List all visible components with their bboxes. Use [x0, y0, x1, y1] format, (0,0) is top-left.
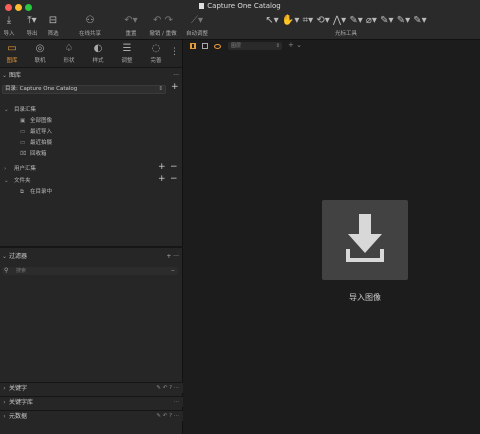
section-tools-icons[interactable]: ✎ ↶ ? ··· [156, 411, 179, 422]
add-catalog-button[interactable]: + [171, 82, 179, 92]
tab-adjust[interactable]: ☰ 调整 [115, 42, 139, 64]
import-button[interactable]: ⤓ 导入 [2, 13, 16, 37]
section-menu-icon[interactable]: ··· [173, 71, 179, 81]
tab-styles[interactable]: ◐ 样式 [86, 42, 110, 64]
keyword-library-section-header[interactable]: › 关键字库 ··· [0, 396, 183, 407]
live-share-button[interactable]: ⚇ 在线共享 [76, 13, 104, 37]
library-icon: ▭ [7, 43, 17, 54]
camera-icon: ◎ [35, 43, 45, 54]
catalog-selector[interactable]: 目录: Capture One Catalog ⇕ [2, 85, 166, 94]
search-icon: ⚲ [4, 267, 9, 274]
cursor-tools-group: ↖▾ ✋▾ ⌗▾ ⟲▾ ⋀▾ ✎▾ ⌀▾ ✎▾ ✎▾ ✎▾ 光标工具 [220, 13, 472, 37]
updown-icon: ⇕ [158, 86, 163, 92]
chevron-down-icon: ⌄ [4, 178, 9, 184]
eye-icon[interactable] [214, 44, 221, 49]
reset-button[interactable]: ↶▾ 重置 [122, 13, 140, 37]
magic-wand-icon: ⟋▾ [190, 15, 204, 26]
user-collections-header[interactable]: › 用户汇集 [4, 165, 180, 174]
remove-filter-icon[interactable]: − [171, 267, 175, 275]
viewer-toolbar: 图层 ⇕ + ⌄ [184, 40, 480, 53]
cursor-tool-icons[interactable]: ↖▾ ✋▾ ⌗▾ ⟲▾ ⋀▾ ✎▾ ⌀▾ ✎▾ ✎▾ ✎▾ [220, 13, 472, 29]
tab-capture[interactable]: ◎ 联机 [28, 42, 52, 64]
sliders-icon: ☰ [122, 43, 132, 54]
updown-icon: ⇕ [275, 43, 280, 49]
add-folder-button[interactable]: + [158, 174, 166, 184]
styles-icon: ◐ [93, 43, 103, 54]
chevron-down-icon: ⌄ [4, 107, 9, 113]
tab-lens[interactable]: ♤ 形状 [57, 42, 81, 64]
filter-icon: ⊟ [48, 15, 58, 26]
title-toolbar: Capture One Catalog ⤓ 导入 ⤒▾ 导出 ⊟ 筛选 ⚇ 在线… [0, 0, 480, 40]
undo-redo-icon: ↶ ↷ [153, 15, 173, 26]
add-view-button[interactable]: + ⌄ [288, 41, 302, 49]
remove-folder-button[interactable]: − [170, 174, 178, 184]
keywords-section-header[interactable]: › 关键字 ✎ ↶ ? ··· [0, 382, 183, 393]
people-icon: ⚇ [85, 15, 95, 26]
auto-adjust-button[interactable]: ⟋▾ 自动调整 [184, 13, 210, 37]
chevron-right-icon: › [3, 399, 6, 406]
export-icon: ⤒▾ [27, 15, 37, 26]
download-icon [346, 214, 384, 262]
library-section-header[interactable]: ⌄ 图库 ··· [0, 71, 183, 81]
chevron-right-icon: › [3, 385, 6, 392]
collection-recent-captures[interactable]: ▭ 最近拍摄 [20, 139, 52, 148]
tool-tabs: ▭ 图库 ◎ 联机 ♤ 形状 ◐ 样式 ☰ 调整 ◌ 完善 ⋮ [0, 40, 182, 68]
trash-icon: ⌧ [20, 151, 27, 157]
import-images-button[interactable] [322, 200, 408, 280]
filter-button[interactable]: ⊟ 筛选 [46, 13, 60, 37]
single-view-icon[interactable] [202, 43, 208, 49]
catalog-folder-icon: ⧉ [20, 189, 24, 195]
folder-icon: ▭ [20, 129, 26, 135]
collection-trash[interactable]: ⌧ 回收箱 [20, 150, 47, 159]
add-user-collection-button[interactable]: + [158, 162, 166, 172]
section-tools-icons[interactable]: ✎ ↶ ? ··· [156, 383, 179, 394]
left-tool-panel: ▭ 图库 ◎ 联机 ♤ 形状 ◐ 样式 ☰ 调整 ◌ 完善 ⋮ ⌄ 图库 ··· … [0, 40, 183, 434]
section-menu-icon[interactable]: ··· [174, 397, 179, 408]
more-tabs-icon[interactable]: ⋮ [170, 47, 179, 57]
filters-tools[interactable]: + ··· [166, 252, 179, 262]
chevron-right-icon: › [4, 166, 7, 172]
chevron-right-icon: › [3, 413, 6, 420]
images-icon: ▣ [20, 118, 26, 124]
filters-section-header[interactable]: ⌄ 过滤器 + ··· [0, 252, 183, 262]
chevron-down-icon: ⌄ [1, 72, 8, 79]
tab-library[interactable]: ▭ 图库 [0, 42, 24, 64]
collection-recent-imports[interactable]: ▭ 最近导入 [20, 128, 52, 137]
lens-icon: ♤ [64, 43, 74, 54]
document-icon [199, 3, 205, 9]
filter-search-input[interactable]: ⚲ 搜索 − [2, 267, 178, 275]
refine-icon: ◌ [151, 43, 161, 54]
metadata-section-header[interactable]: › 元数据 ✎ ↶ ? ··· [0, 410, 183, 421]
remove-user-collection-button[interactable]: − [170, 162, 178, 172]
catalog-collection-header[interactable]: ⌄ 目录汇集 [4, 106, 36, 115]
import-images-label: 导入图像 [349, 293, 381, 302]
folders-header[interactable]: ⌄ 文件夹 [4, 177, 31, 186]
tab-refine[interactable]: ◌ 完善 [144, 42, 168, 64]
folder-in-catalog[interactable]: ⧉ 在目录中 [20, 188, 52, 197]
sort-dropdown[interactable]: 图层 ⇕ [228, 42, 282, 50]
folder-icon: ▭ [20, 140, 26, 146]
export-button[interactable]: ⤒▾ 导出 [22, 13, 42, 37]
grid-view-icon[interactable] [190, 43, 196, 49]
collection-all-images[interactable]: ▣ 全部图像 [20, 117, 52, 126]
chevron-down-icon: ⌄ [1, 253, 8, 260]
viewer-area: 图层 ⇕ + ⌄ 导入图像 [184, 40, 480, 434]
import-icon: ⤓ [6, 15, 12, 26]
panel-divider [0, 246, 183, 248]
undo-redo-button[interactable]: ↶ ↷ 撤销 / 重做 [146, 13, 180, 37]
reset-icon: ↶▾ [124, 15, 138, 26]
window-title: Capture One Catalog [0, 2, 480, 10]
